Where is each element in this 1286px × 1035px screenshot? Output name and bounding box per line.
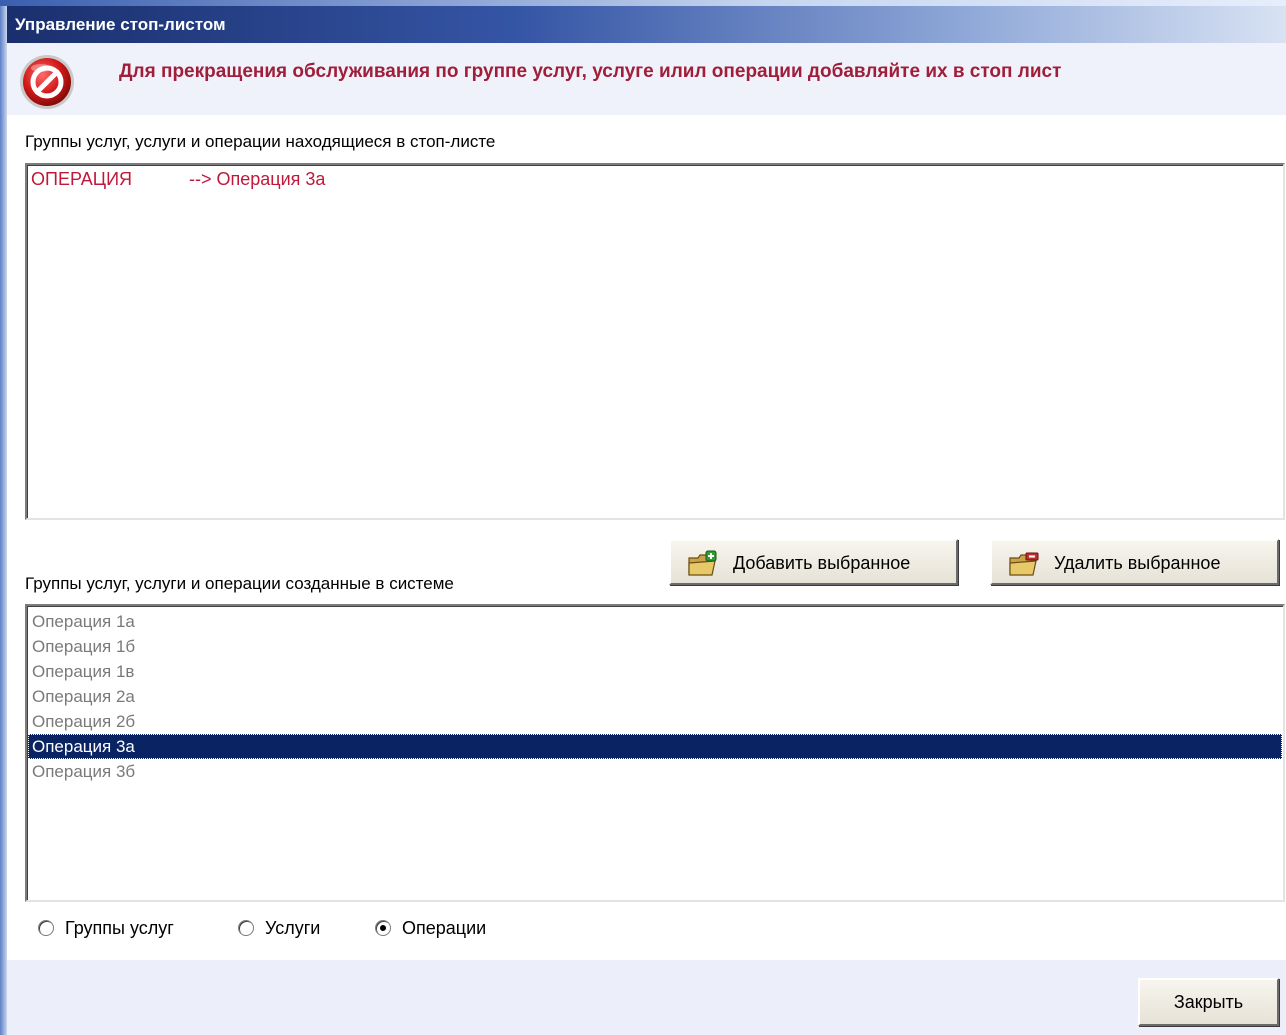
add-selected-button[interactable]: Добавить выбранное — [669, 539, 958, 585]
stop-item-type: ОПЕРАЦИЯ — [31, 169, 133, 189]
radio-circle — [238, 920, 254, 936]
radio-services-label: Услуги — [265, 918, 321, 938]
system-list-item[interactable]: Операция 1в — [28, 659, 1282, 684]
system-list-label: Группы услуг, услуги и операции созданны… — [25, 574, 454, 593]
system-list-item[interactable]: Операция 3б — [28, 759, 1282, 784]
header-message: Для прекращения обслуживания по группе у… — [119, 61, 1062, 82]
stop-list-label: Группы услуг, услуги и операции находящи… — [25, 132, 496, 151]
radio-circle-checked — [375, 920, 391, 936]
system-list-item[interactable]: Операция 1а — [28, 609, 1282, 634]
radio-circle — [38, 920, 54, 936]
system-list-item[interactable]: Операция 1б — [28, 634, 1282, 659]
close-button[interactable]: Закрыть — [1138, 978, 1279, 1026]
footer-panel: Закрыть — [7, 960, 1286, 1035]
radio-dot — [380, 925, 386, 931]
remove-selected-button[interactable]: Удалить выбранное — [990, 539, 1279, 585]
content-panel: Группы услуг, услуги и операции находящи… — [7, 115, 1286, 960]
header-panel: Для прекращения обслуживания по группе у… — [7, 43, 1286, 115]
stop-list-item[interactable]: ОПЕРАЦИЯ --> Операция 3а — [31, 169, 325, 190]
folder-remove-icon — [1009, 552, 1039, 576]
window-title: Управление стоп-листом — [7, 6, 1286, 43]
window-left-edge — [0, 6, 7, 1035]
remove-selected-label: Удалить выбранное — [1054, 553, 1221, 573]
folder-add-icon — [688, 550, 717, 576]
stop-sign-icon — [20, 55, 74, 109]
stop-item-name: --> Операция 3а — [189, 169, 326, 189]
stop-list-window: Управление стоп-листом Для прекращения о… — [0, 0, 1286, 1035]
system-list-item-selected[interactable]: Операция 3а — [28, 734, 1282, 759]
system-list-item[interactable]: Операция 2а — [28, 684, 1282, 709]
radio-operations-label: Операции — [402, 918, 487, 938]
radio-service-groups-label: Группы услуг — [65, 918, 174, 938]
system-list-box[interactable]: Операция 1а Операция 1б Операция 1в Опер… — [25, 604, 1285, 902]
system-list-item[interactable]: Операция 2б — [28, 709, 1282, 734]
stop-list-box[interactable]: ОПЕРАЦИЯ --> Операция 3а — [25, 163, 1285, 520]
add-selected-label: Добавить выбранное — [733, 553, 911, 573]
